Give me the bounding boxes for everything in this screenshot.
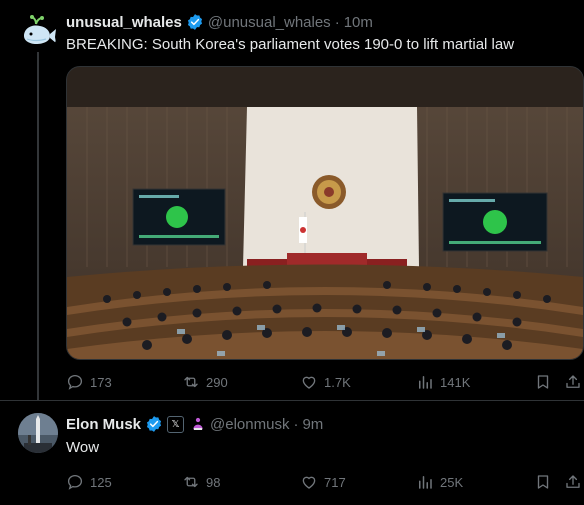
like-button[interactable]: 717	[300, 473, 346, 491]
share-button[interactable]	[564, 373, 584, 391]
views-count: 141K	[440, 374, 471, 390]
author-handle[interactable]: @unusual_whales	[208, 14, 331, 31]
repost-button[interactable]: 290	[182, 373, 228, 391]
separator-dot: ·	[334, 13, 340, 31]
views-icon	[419, 376, 432, 389]
like-icon	[302, 476, 316, 489]
reply-icon	[67, 474, 83, 490]
reply-actions: 125 98 717 25K	[66, 472, 582, 492]
share-icon	[566, 475, 580, 488]
repost-icon	[184, 476, 198, 488]
repost-button[interactable]: 98	[182, 473, 220, 491]
tweet-text: BREAKING: South Korea's parliament votes…	[66, 36, 515, 53]
repost-count: 290	[206, 374, 228, 390]
bookmark-button[interactable]	[534, 473, 558, 491]
reply-text: Wow	[66, 439, 100, 456]
reply-button[interactable]: 125	[66, 473, 112, 491]
reply-count: 173	[90, 374, 112, 390]
views-button[interactable]: 25K	[416, 473, 463, 491]
repost-icon	[184, 376, 198, 388]
whale-avatar-icon	[18, 12, 58, 52]
x-badge-icon[interactable]: 𝕏	[167, 415, 185, 433]
reply-count: 125	[90, 474, 112, 490]
thread-line	[37, 50, 39, 400]
share-icon	[566, 375, 580, 388]
parliament-photo	[67, 67, 583, 359]
reply-timestamp[interactable]: 9m	[302, 416, 323, 433]
author-name[interactable]: unusual_whales	[66, 14, 182, 31]
tweet-header: unusual_whales @unusual_whales · 10m	[66, 12, 373, 32]
tweet-actions: 173 290 1.7K 141K	[66, 372, 582, 392]
avatar-elon-musk[interactable]	[18, 413, 58, 453]
views-icon	[419, 476, 432, 489]
views-count: 25K	[440, 474, 464, 490]
tweet-media-image[interactable]	[66, 66, 584, 360]
tweet-timestamp[interactable]: 10m	[344, 14, 373, 31]
repost-count: 98	[206, 474, 221, 490]
reply-author-handle[interactable]: @elonmusk	[210, 416, 289, 433]
verified-icon[interactable]	[186, 13, 204, 31]
like-count: 717	[324, 474, 346, 490]
bookmark-button[interactable]	[534, 373, 558, 391]
like-button[interactable]: 1.7K	[300, 373, 351, 391]
verified-icon[interactable]	[145, 415, 163, 433]
reply-author-name[interactable]: Elon Musk	[66, 416, 141, 433]
affiliate-icon[interactable]	[190, 416, 206, 432]
rocket-avatar-icon	[18, 413, 58, 453]
like-icon	[302, 376, 316, 389]
bookmark-icon	[537, 375, 549, 389]
reply-button[interactable]: 173	[66, 373, 112, 391]
reply-header: Elon Musk 𝕏 @elonmusk · 9m	[66, 414, 323, 434]
share-button[interactable]	[564, 473, 584, 491]
bookmark-icon	[537, 475, 549, 489]
views-button[interactable]: 141K	[416, 373, 470, 391]
separator-dot: ·	[293, 415, 299, 433]
tweet-divider	[0, 400, 584, 401]
avatar-unusual-whales[interactable]	[18, 12, 58, 52]
like-count: 1.7K	[324, 374, 351, 390]
reply-icon	[67, 374, 83, 390]
